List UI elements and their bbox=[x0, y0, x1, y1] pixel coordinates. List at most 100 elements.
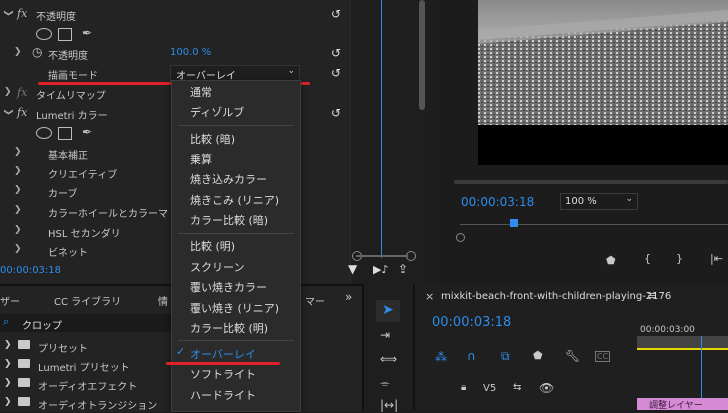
opacity-value[interactable]: 100.0 % bbox=[170, 47, 211, 58]
scrollbar[interactable] bbox=[419, 0, 425, 110]
go-to-in-icon[interactable]: |⇤ bbox=[710, 252, 723, 265]
work-area-bar[interactable] bbox=[637, 348, 728, 350]
add-marker-icon[interactable]: ⬟ bbox=[533, 349, 543, 362]
menu-item-linear-dodge[interactable]: 覆い焼き (リニア) bbox=[190, 300, 279, 316]
clip-label: 調整レイヤー bbox=[649, 401, 703, 411]
pen-mask-icon[interactable]: ✒ bbox=[82, 26, 92, 40]
timeline-ruler[interactable] bbox=[637, 336, 728, 348]
lock-icon[interactable]: 🔒︎ bbox=[461, 382, 466, 393]
menu-item-hard-light[interactable]: ハードライト bbox=[190, 387, 256, 403]
annotation-underline bbox=[166, 362, 280, 365]
tab-markers[interactable]: マー bbox=[305, 293, 325, 308]
chevron-right-icon[interactable]: ❯ bbox=[14, 225, 22, 235]
export-icon[interactable]: ⇪ bbox=[398, 262, 408, 276]
filter-icon[interactable]: ▼ bbox=[348, 262, 357, 276]
chevron-right-icon[interactable]: ❯ bbox=[14, 47, 22, 57]
menu-item-lighter-color[interactable]: カラー比較 (明) bbox=[190, 320, 268, 336]
linked-selection-icon[interactable]: ⧉ bbox=[501, 349, 510, 364]
menu-icon[interactable]: ≡ bbox=[647, 289, 656, 302]
sequence-timecode[interactable]: 00:00:03:18 bbox=[432, 315, 511, 330]
chevron-right-icon[interactable]: ❯ bbox=[4, 397, 12, 407]
effect-controls-timecode[interactable]: 00:00:03:18 bbox=[0, 265, 61, 276]
menu-item-overlay-selected[interactable]: オーバーレイ bbox=[190, 346, 256, 362]
folder-item[interactable]: ❯ プリセット bbox=[0, 338, 170, 356]
snap-icon[interactable]: ∩ bbox=[467, 349, 476, 363]
chevron-right-icon[interactable]: ❯ bbox=[14, 166, 22, 176]
menu-item-color-burn[interactable]: 焼き込みカラー bbox=[190, 171, 267, 187]
monitor-scrollbar[interactable] bbox=[454, 180, 728, 184]
chevron-right-icon[interactable]: ❯ bbox=[14, 147, 22, 157]
playhead-line[interactable] bbox=[381, 0, 382, 258]
captions-icon[interactable]: CC bbox=[595, 351, 611, 362]
section-label: HSL セカンダリ bbox=[48, 229, 121, 240]
menu-item-normal[interactable]: 通常 bbox=[190, 84, 212, 100]
zoom-select[interactable]: 100 % ⌄ bbox=[560, 193, 638, 210]
close-icon[interactable]: × bbox=[425, 290, 434, 303]
track-select-icon[interactable]: ⇥ bbox=[380, 328, 390, 342]
chevron-right-icon[interactable]: ❯ bbox=[4, 87, 12, 97]
folder-item[interactable]: ❯ オーディオトランジション bbox=[0, 395, 170, 413]
opacity-effect-row[interactable]: ❯ fx 不透明度 ↺ bbox=[0, 5, 350, 24]
chevron-right-icon[interactable]: ❯ bbox=[14, 244, 22, 254]
ripple-edit-icon[interactable]: ⟺ bbox=[380, 352, 397, 366]
chevron-right-icon[interactable]: ❯ bbox=[4, 340, 12, 350]
tab-info[interactable]: 情 bbox=[158, 293, 168, 308]
menu-item-darker-color[interactable]: カラー比較 (暗) bbox=[190, 212, 268, 228]
menu-item-dissolve[interactable]: ディゾルブ bbox=[190, 104, 244, 120]
sequence-name[interactable]: mixkit-beach-front-with-children-playing… bbox=[441, 291, 671, 302]
section-label: 基本補正 bbox=[48, 151, 88, 162]
folder-item[interactable]: ❯ オーディオエフェクト bbox=[0, 376, 170, 394]
more-panels-icon[interactable]: » bbox=[345, 290, 352, 304]
menu-item-darken[interactable]: 比較 (暗) bbox=[190, 131, 235, 147]
menu-item-linear-burn[interactable]: 焼きこみ (リニア) bbox=[190, 192, 279, 208]
eye-icon[interactable]: 👁︎ bbox=[539, 381, 554, 395]
chevron-down-icon: ⌄ bbox=[287, 66, 295, 76]
wrench-icon[interactable]: 🔧︎ bbox=[565, 349, 580, 363]
sync-lock-icon[interactable]: ⇆ bbox=[513, 382, 521, 393]
tab-cc-libraries[interactable]: CC ライブラリ bbox=[54, 293, 121, 308]
adjustment-layer-clip[interactable]: 調整レイヤー bbox=[637, 398, 728, 411]
fx-icon[interactable]: fx bbox=[17, 106, 27, 119]
tab-user[interactable]: ザー bbox=[0, 293, 20, 308]
menu-item-lighten[interactable]: 比較 (明) bbox=[190, 238, 235, 254]
rectangle-mask-icon[interactable] bbox=[58, 28, 72, 41]
reset-icon[interactable]: ↺ bbox=[331, 66, 341, 80]
mark-out-icon[interactable]: } bbox=[676, 252, 683, 265]
effect-controls-timeline[interactable] bbox=[350, 0, 429, 284]
lumetri-label: Lumetri カラー bbox=[36, 111, 108, 122]
folder-item[interactable]: ❯ Lumetri プリセット bbox=[0, 357, 170, 375]
zoom-bar[interactable] bbox=[356, 255, 408, 257]
pen-mask-icon[interactable]: ✒ bbox=[82, 125, 92, 139]
reset-icon[interactable]: ↺ bbox=[331, 106, 341, 120]
chevron-right-icon[interactable]: ❯ bbox=[14, 185, 22, 195]
chevron-right-icon[interactable]: ❯ bbox=[4, 359, 12, 369]
search-field[interactable]: ⌕ クロップ bbox=[0, 314, 200, 332]
track-label: V5 bbox=[483, 383, 497, 394]
marker-icon[interactable]: ⬟ bbox=[606, 254, 616, 267]
rectangle-mask-icon[interactable] bbox=[58, 127, 72, 140]
ellipse-mask-icon[interactable] bbox=[36, 28, 52, 40]
mark-in-icon[interactable]: { bbox=[644, 252, 651, 265]
monitor-playhead[interactable] bbox=[510, 219, 518, 227]
chevron-right-icon[interactable]: ❯ bbox=[4, 378, 12, 388]
selection-tool[interactable]: ➤ bbox=[376, 300, 400, 322]
monitor-ruler[interactable] bbox=[460, 224, 728, 225]
reset-icon[interactable]: ↺ bbox=[331, 46, 341, 60]
chevron-right-icon[interactable]: ❯ bbox=[14, 205, 22, 215]
razor-icon[interactable]: ⌯ bbox=[380, 376, 390, 391]
menu-item-screen[interactable]: スクリーン bbox=[190, 259, 244, 275]
stopwatch-icon[interactable]: ◷ bbox=[32, 45, 42, 59]
play-audio-icon[interactable]: ▶♪ bbox=[373, 263, 388, 276]
program-timecode[interactable]: 00:00:03:18 bbox=[461, 195, 534, 209]
monitor-zoom-handle[interactable] bbox=[456, 233, 465, 242]
menu-item-multiply[interactable]: 乗算 bbox=[190, 151, 212, 167]
chevron-down-icon[interactable]: ❯ bbox=[3, 9, 13, 17]
ellipse-mask-icon[interactable] bbox=[36, 127, 52, 139]
menu-item-soft-light[interactable]: ソフトライト bbox=[190, 366, 256, 382]
fx-icon[interactable]: fx bbox=[17, 7, 27, 20]
menu-item-color-dodge[interactable]: 覆い焼きカラー bbox=[190, 279, 267, 295]
search-value[interactable]: クロップ bbox=[22, 317, 62, 332]
reset-icon[interactable]: ↺ bbox=[331, 7, 341, 21]
nest-icon[interactable]: ⁂ bbox=[435, 350, 447, 364]
chevron-down-icon[interactable]: ❯ bbox=[3, 108, 13, 116]
